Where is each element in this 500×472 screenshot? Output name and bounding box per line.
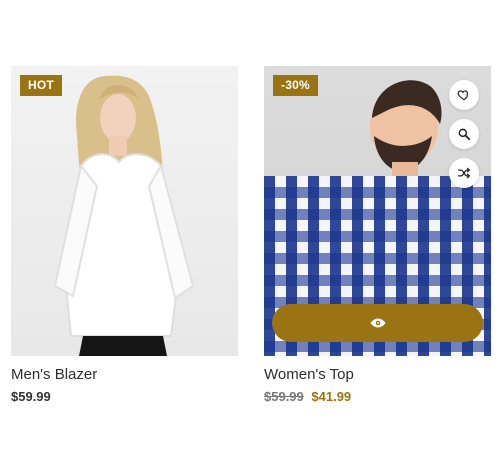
product-title[interactable]: Men's Blazer: [11, 366, 238, 384]
quick-view-button[interactable]: [272, 304, 483, 342]
shuffle-icon: [458, 167, 471, 179]
product-image[interactable]: -30%: [264, 66, 491, 356]
hot-badge: HOT: [20, 75, 62, 96]
product-image[interactable]: HOT: [11, 66, 238, 356]
product-card[interactable]: HOT Men's Blazer $59.99: [11, 66, 238, 404]
discount-badge: -30%: [273, 75, 318, 96]
product-title[interactable]: Women's Top: [264, 366, 491, 384]
sale-price: $41.99: [311, 389, 352, 404]
heart-icon: [457, 90, 469, 101]
wishlist-button[interactable]: [449, 80, 479, 110]
product-price: $59.99: [11, 389, 51, 404]
eye-icon: [370, 318, 385, 328]
search-button[interactable]: [449, 119, 479, 149]
woman-photo-illustration: [53, 75, 195, 356]
search-icon: [458, 128, 471, 141]
original-price: $59.99: [264, 389, 304, 404]
price-row: $59.99 $41.99: [264, 389, 491, 404]
product-actions: [449, 80, 479, 188]
price-row: $59.99: [11, 389, 238, 404]
product-card[interactable]: -30% Women's Top $59.99 $41.99: [264, 66, 491, 404]
compare-button[interactable]: [449, 158, 479, 188]
